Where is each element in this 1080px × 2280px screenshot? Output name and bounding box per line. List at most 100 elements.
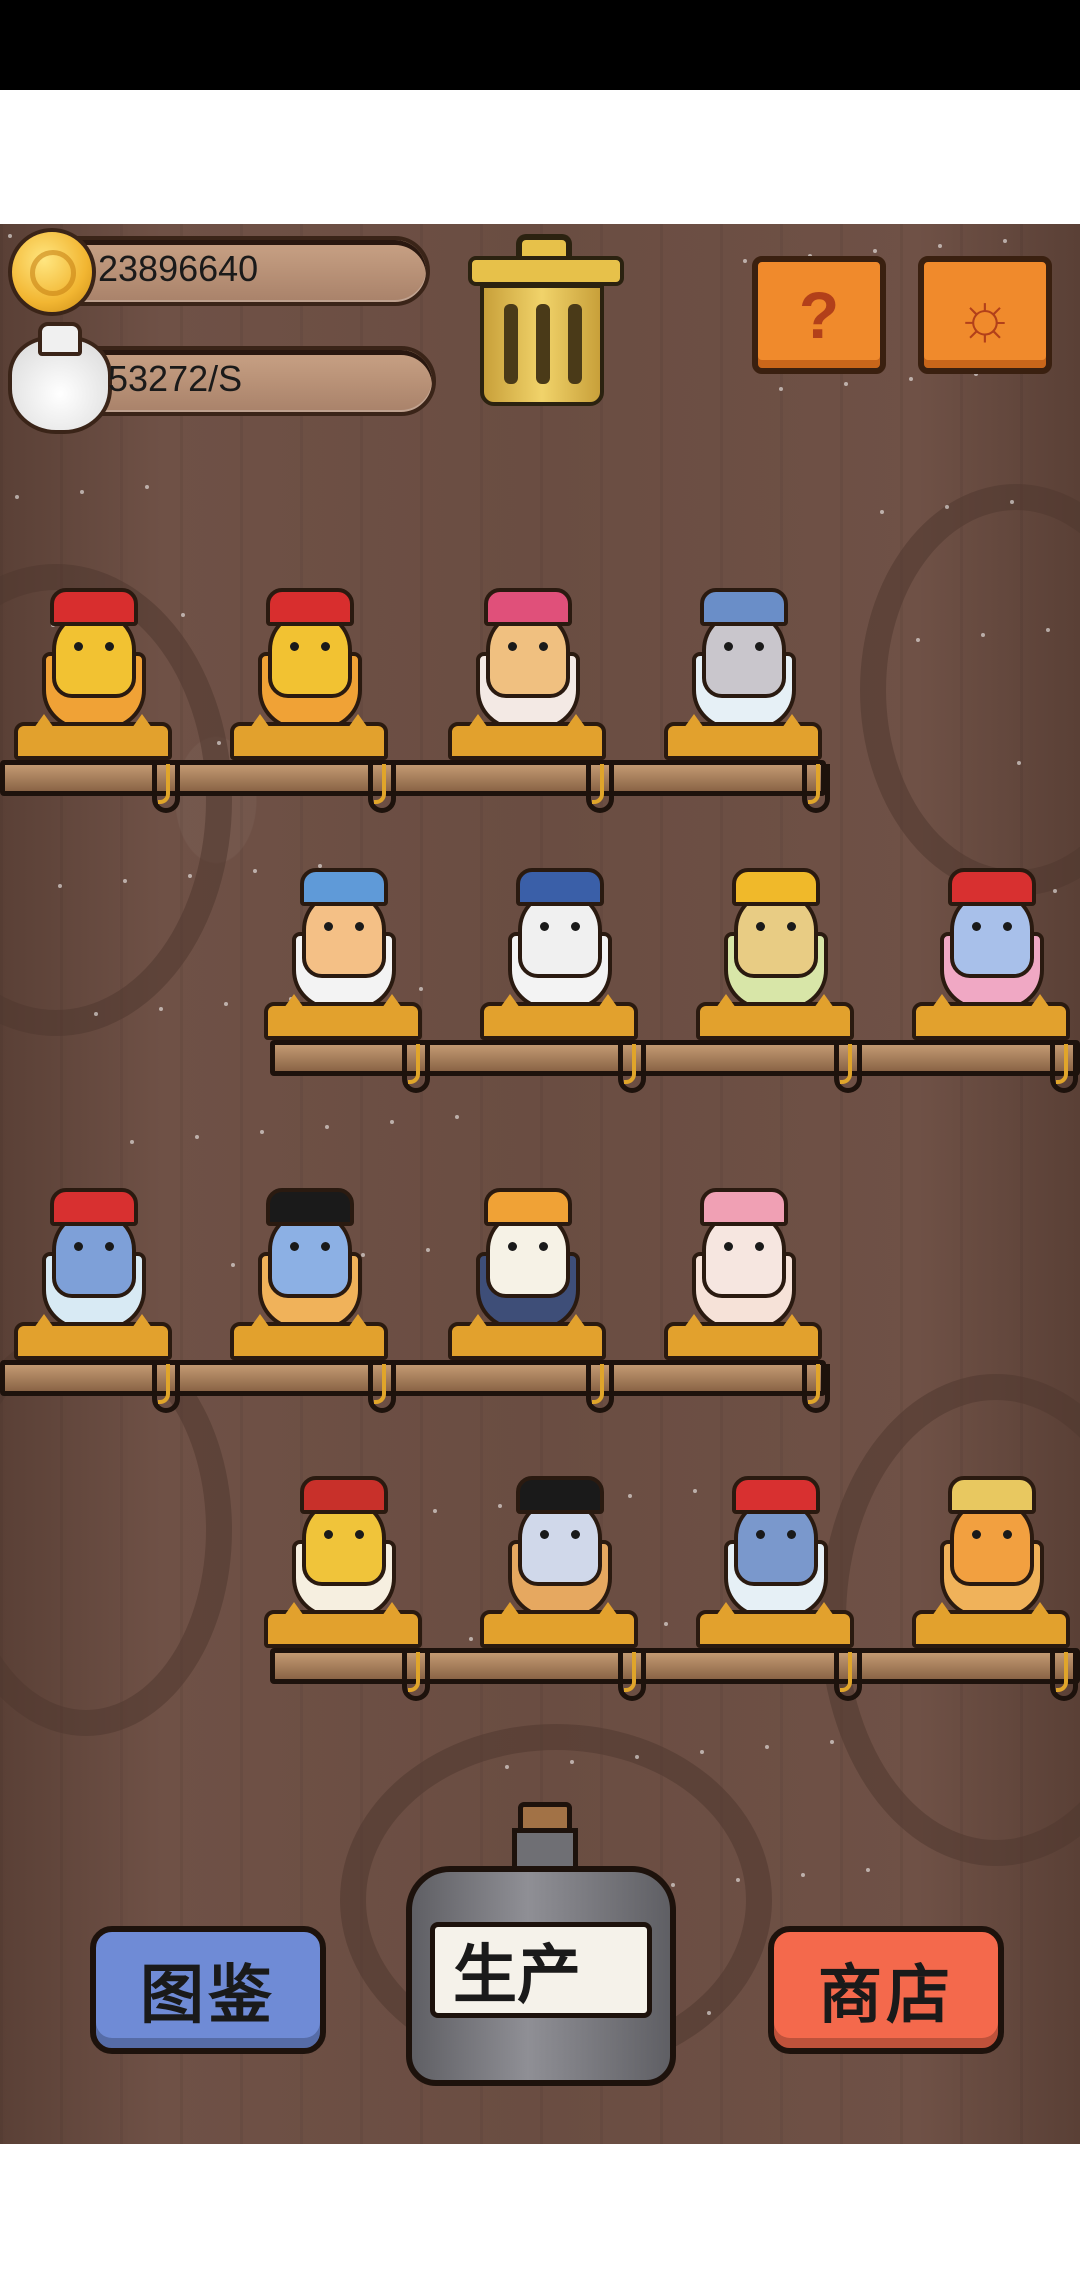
cat-costume bbox=[700, 1188, 788, 1226]
trash-body bbox=[480, 284, 604, 406]
cat-sombrero[interactable] bbox=[912, 1438, 1070, 1648]
cat-costume bbox=[266, 588, 354, 626]
wood-speck bbox=[80, 490, 84, 494]
wood-speck bbox=[325, 1125, 329, 1129]
wood-speck bbox=[426, 1248, 430, 1252]
trash-slot bbox=[504, 304, 518, 384]
cat-costume bbox=[484, 588, 572, 626]
cat-costume bbox=[484, 1188, 572, 1226]
shelf-hook bbox=[618, 1652, 646, 1701]
trash-lid bbox=[468, 256, 624, 286]
cat-costume bbox=[948, 868, 1036, 906]
gear-icon: ☼ bbox=[954, 278, 1016, 352]
shelf-hook bbox=[402, 1044, 430, 1093]
shelf-hook bbox=[586, 1364, 614, 1413]
wood-speck bbox=[830, 1740, 834, 1744]
wood-speck bbox=[1003, 239, 1007, 243]
trash-can-button[interactable] bbox=[464, 232, 624, 408]
cat-eyes bbox=[540, 922, 580, 932]
wood-speck bbox=[130, 1140, 134, 1144]
cat-tophat-blue[interactable] bbox=[696, 1438, 854, 1648]
wood-speck bbox=[94, 1012, 98, 1016]
cat-eyes bbox=[540, 1530, 580, 1540]
catalog-button[interactable]: 图鉴 bbox=[90, 1926, 326, 2054]
cat-red-crown[interactable] bbox=[14, 550, 172, 760]
settings-button[interactable]: ☼ bbox=[918, 256, 1052, 374]
bottle-body: 生产 bbox=[406, 1866, 676, 2086]
wood-speck bbox=[253, 869, 257, 873]
cat-costume bbox=[516, 1476, 604, 1514]
cat-costume bbox=[948, 1476, 1036, 1514]
shelf-hook bbox=[802, 1364, 830, 1413]
cat-eyes bbox=[972, 922, 1012, 932]
cat-eyes bbox=[724, 1242, 764, 1252]
coin-count: 23896640 bbox=[98, 248, 259, 289]
wood-speck bbox=[195, 1135, 199, 1139]
cat-eyes bbox=[508, 642, 548, 652]
cat-costume bbox=[732, 868, 820, 906]
wood-speck bbox=[635, 1755, 639, 1759]
wood-speck bbox=[844, 382, 848, 386]
shelf-hook bbox=[834, 1652, 862, 1701]
cat-pedestal bbox=[480, 994, 638, 1040]
cat-tabby-pink[interactable] bbox=[448, 550, 606, 760]
wood-speck bbox=[390, 1120, 394, 1124]
cat-pedestal bbox=[14, 1314, 172, 1360]
shop-button[interactable]: 商店 bbox=[768, 1926, 1004, 2054]
wood-speck bbox=[123, 879, 127, 883]
wooden-shelf bbox=[0, 1360, 826, 1396]
cat-pedestal bbox=[912, 1602, 1070, 1648]
cat-pink-blossom[interactable] bbox=[664, 1150, 822, 1360]
cat-soviet-hat[interactable] bbox=[14, 1150, 172, 1360]
cat-emperor-gold[interactable] bbox=[264, 1438, 422, 1648]
cat-grey-flatcap[interactable] bbox=[664, 550, 822, 760]
cat-eyes bbox=[756, 1530, 796, 1540]
wood-speck bbox=[938, 244, 942, 248]
cat-blue-royal[interactable] bbox=[912, 830, 1070, 1040]
cat-sunflower[interactable] bbox=[696, 830, 854, 1040]
wood-speck bbox=[981, 633, 985, 637]
cat-red-crown[interactable] bbox=[230, 550, 388, 760]
cat-costume bbox=[50, 588, 138, 626]
cat-pedestal bbox=[230, 1314, 388, 1360]
cat-eyes bbox=[756, 922, 796, 932]
wood-speck bbox=[909, 377, 913, 381]
wood-speck bbox=[916, 638, 920, 642]
produce-bottle-button[interactable]: 生产 bbox=[400, 1802, 680, 2088]
cat-eyes bbox=[324, 1530, 364, 1540]
wood-speck bbox=[8, 234, 12, 238]
cat-calico[interactable] bbox=[448, 1150, 606, 1360]
wood-speck bbox=[224, 1002, 228, 1006]
wood-speck bbox=[159, 1007, 163, 1011]
wooden-shelf bbox=[0, 760, 826, 796]
shelf-hook bbox=[618, 1044, 646, 1093]
help-button[interactable]: ? bbox=[752, 256, 886, 374]
wood-speck bbox=[570, 1760, 574, 1764]
wood-speck bbox=[217, 741, 221, 745]
wood-speck bbox=[707, 2011, 711, 2015]
cat-pedestal bbox=[664, 1314, 822, 1360]
wood-speck bbox=[260, 1130, 264, 1134]
wood-speck bbox=[873, 249, 877, 253]
shelf-hook bbox=[1050, 1044, 1078, 1093]
shelf-hook bbox=[586, 764, 614, 813]
cat-pedestal bbox=[480, 1602, 638, 1648]
income-rate: 53272/S bbox=[108, 358, 243, 399]
cat-pirate[interactable] bbox=[230, 1150, 388, 1360]
status-bar bbox=[0, 0, 1080, 90]
cat-pedestal bbox=[448, 714, 606, 760]
wood-speck bbox=[779, 387, 783, 391]
shelf-hook bbox=[834, 1044, 862, 1093]
wood-speck bbox=[181, 613, 185, 617]
cat-pharaoh-blue[interactable] bbox=[264, 830, 422, 1040]
cat-sunglasses[interactable] bbox=[480, 1438, 638, 1648]
cat-pedestal bbox=[448, 1314, 606, 1360]
cat-qing-official[interactable] bbox=[480, 830, 638, 1040]
cat-costume bbox=[732, 1476, 820, 1514]
wood-speck bbox=[469, 1637, 473, 1641]
cat-pedestal bbox=[230, 714, 388, 760]
cat-costume bbox=[516, 868, 604, 906]
wood-speck bbox=[801, 1873, 805, 1877]
wood-speck bbox=[765, 1745, 769, 1749]
catalog-label: 图鉴 bbox=[140, 1959, 276, 2031]
